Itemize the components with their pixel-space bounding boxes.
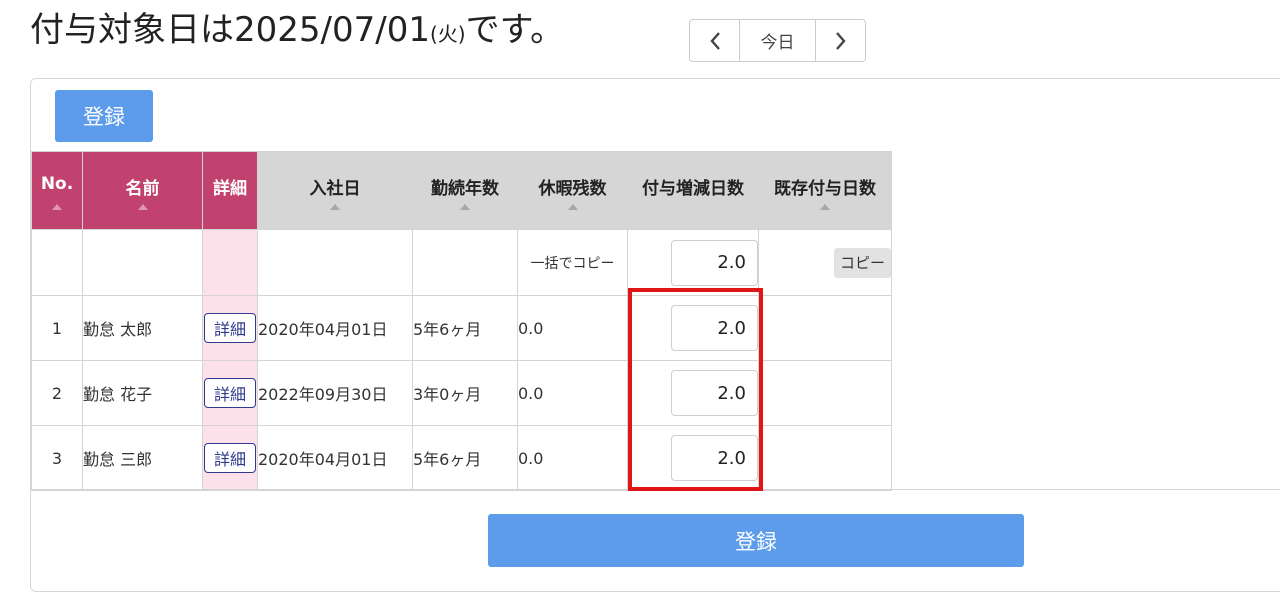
detail-button[interactable]: 詳細 xyxy=(204,378,256,408)
chevron-left-icon xyxy=(709,31,720,50)
title-weekday: (火) xyxy=(429,22,466,46)
title-suffix: です。 xyxy=(465,10,565,50)
bulk-grant-input[interactable]: 2.0 xyxy=(671,239,758,286)
bulk-copy-label: 一括でコピー xyxy=(530,255,615,272)
copy-button[interactable]: コピー xyxy=(834,247,891,278)
sort-icon xyxy=(52,204,62,210)
detail-button[interactable]: 詳細 xyxy=(204,313,256,343)
grant-table: No. 名前 詳細 入社日 勤続年数 休暇残数 付与増減日数 既存付与日数 一括… xyxy=(31,151,892,491)
sort-icon xyxy=(330,204,340,210)
title-prefix: 付与対象日は xyxy=(30,10,234,50)
col-header-name[interactable]: 名前 xyxy=(82,151,203,230)
table-row: 1 勤怠 太郎 詳細 2020年04月01日 5年6ヶ月 0.0 2.0 xyxy=(31,295,892,361)
register-button-top[interactable]: 登録 xyxy=(55,90,153,142)
col-header-tenure[interactable]: 勤続年数 xyxy=(412,151,518,230)
sort-icon xyxy=(820,204,830,210)
table-bottom-divider xyxy=(31,489,1280,490)
col-header-no[interactable]: No. xyxy=(31,151,83,230)
date-navigator: 今日 xyxy=(689,19,866,62)
prev-day-button[interactable] xyxy=(690,20,739,61)
chevron-right-icon xyxy=(835,31,846,50)
grant-input[interactable]: 2.0 xyxy=(671,435,758,481)
col-header-remaining[interactable]: 休暇残数 xyxy=(517,151,628,230)
page-title: 付与対象日は2025/07/01(火)です。 xyxy=(30,8,564,52)
grant-input[interactable]: 2.0 xyxy=(671,370,758,416)
sort-icon xyxy=(567,204,578,210)
next-day-button[interactable] xyxy=(816,20,865,61)
today-button[interactable]: 今日 xyxy=(739,20,816,61)
bulk-copy-row: 一括でコピー 2.0 コピー xyxy=(31,229,892,296)
sort-icon xyxy=(137,204,148,210)
register-button-bottom[interactable]: 登録 xyxy=(488,514,1024,567)
col-header-detail: 詳細 xyxy=(202,151,258,230)
grant-input[interactable]: 2.0 xyxy=(671,305,758,351)
title-date: 2025/07/01 xyxy=(234,10,430,50)
detail-button[interactable]: 詳細 xyxy=(204,443,256,473)
col-header-existing[interactable]: 既存付与日数 xyxy=(758,151,892,230)
col-header-hire-date[interactable]: 入社日 xyxy=(257,151,413,230)
col-header-grant: 付与増減日数 xyxy=(627,151,759,230)
table-row: 2 勤怠 花子 詳細 2022年09月30日 3年0ヶ月 0.0 2.0 xyxy=(31,360,892,426)
sort-icon xyxy=(460,204,470,210)
grant-panel: 登録 No. 名前 詳細 入社日 勤続年数 休暇残数 付与増減日数 既存付与日数 xyxy=(30,78,1280,592)
table-row: 3 勤怠 三郎 詳細 2020年04月01日 5年6ヶ月 0.0 2.0 xyxy=(31,425,892,491)
